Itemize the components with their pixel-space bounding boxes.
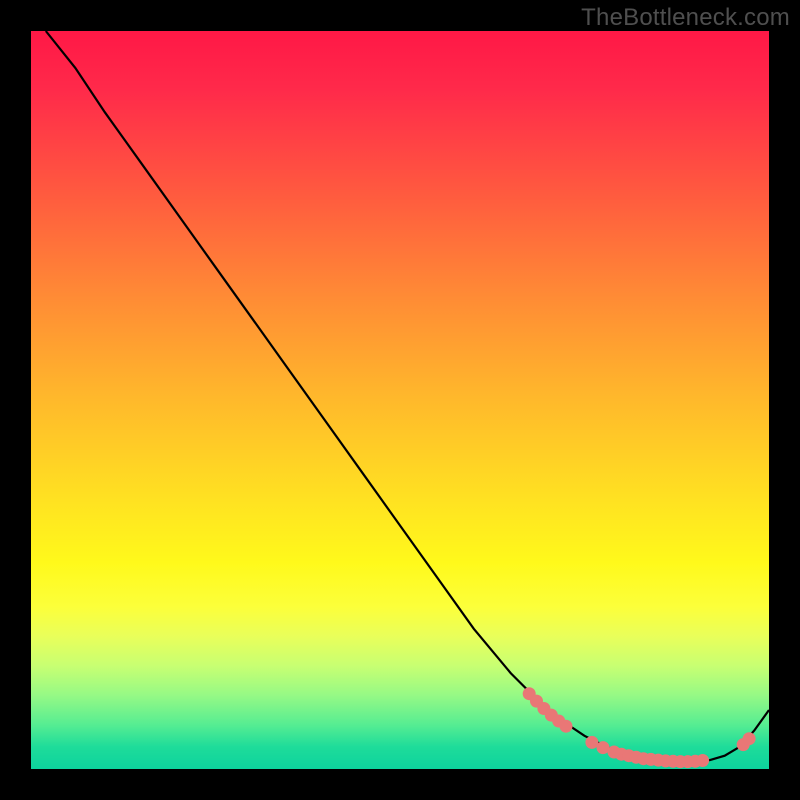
curve-marker	[743, 732, 756, 745]
curve-line	[46, 31, 769, 762]
chart-frame: TheBottleneck.com	[0, 0, 800, 800]
curve-marker	[696, 754, 709, 767]
chart-svg	[31, 31, 769, 769]
watermark-label: TheBottleneck.com	[581, 4, 790, 32]
plot-area	[31, 31, 769, 769]
curve-marker	[560, 720, 573, 733]
curve-marker	[585, 736, 598, 749]
